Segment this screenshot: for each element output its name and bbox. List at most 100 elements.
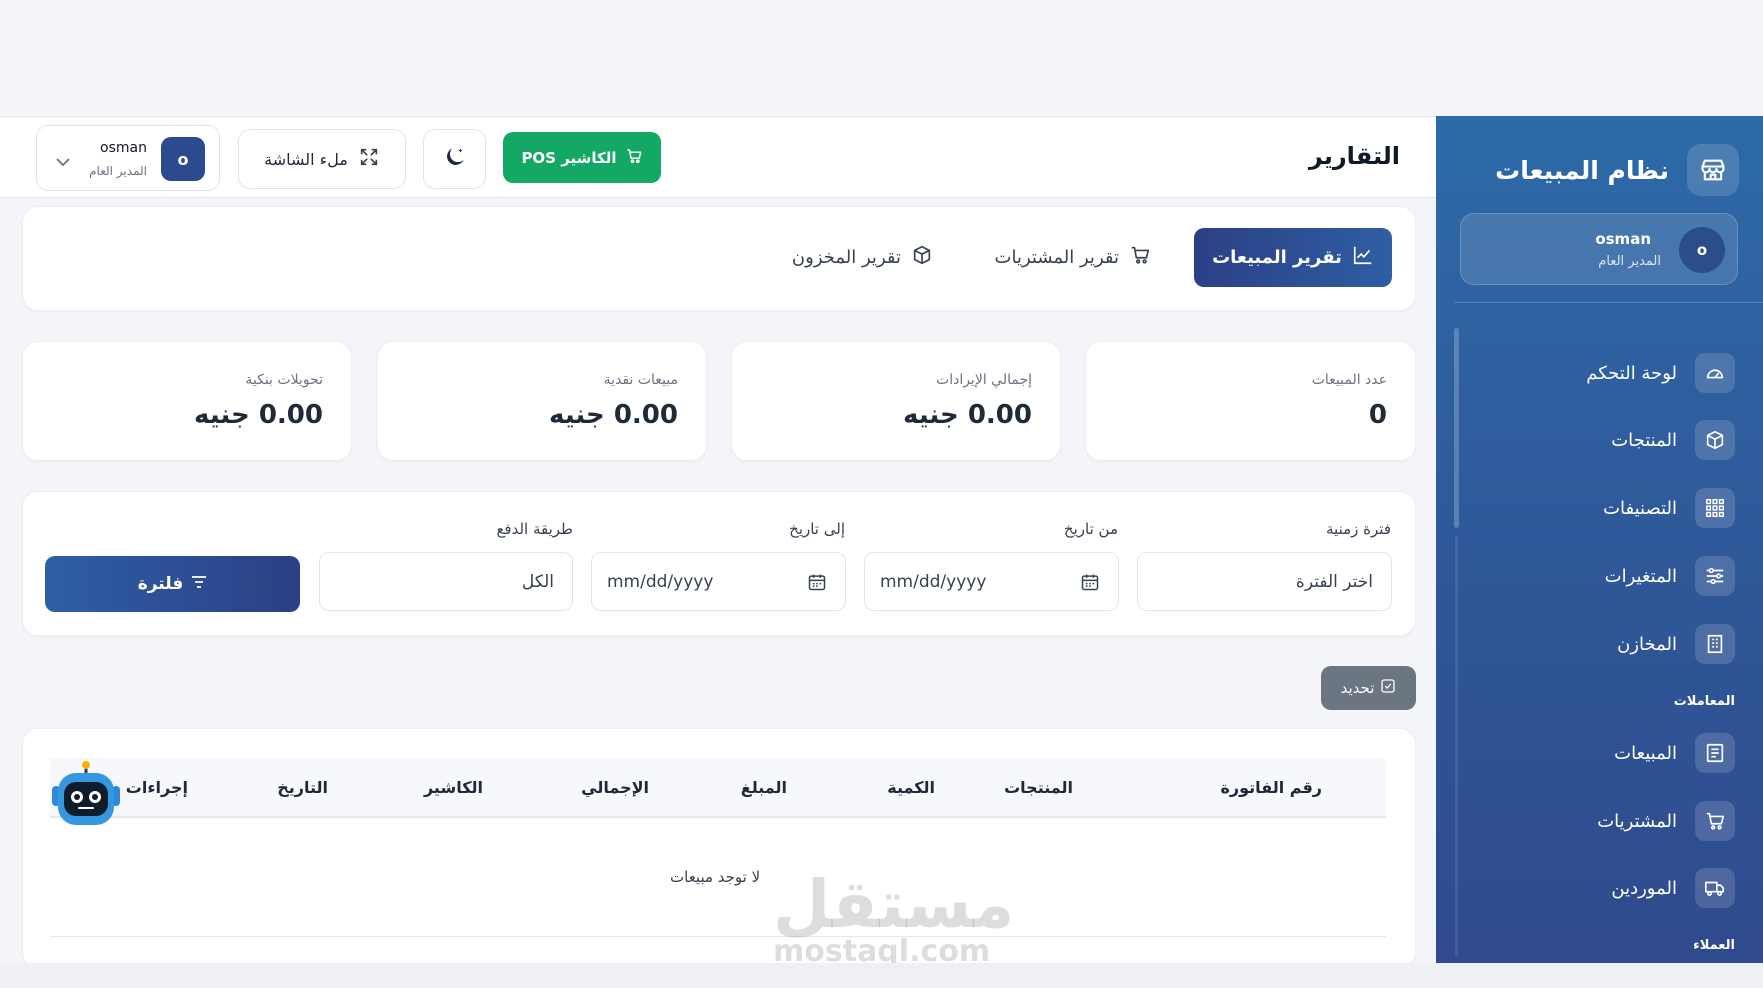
sidebar-item-variants[interactable]: المتغيرات [1605, 556, 1735, 596]
column-cashier[interactable]: الكاشير [424, 778, 483, 797]
grid-icon [1695, 488, 1735, 528]
stat-bank-transfers: تحويلات بنكية 0.00 جنيه [22, 341, 352, 461]
payment-method-value: الكل [521, 572, 554, 592]
sidebar-item-label: المخازن [1617, 633, 1677, 655]
from-date-placeholder: mm/dd/yyyy [880, 572, 987, 592]
tab-label: تقرير المشتريات [994, 247, 1119, 268]
table-divider [50, 936, 1386, 937]
report-tabs-card: تقرير المبيعات تقرير المشتريات تقرير الم… [22, 206, 1416, 311]
sidebar-user-card[interactable]: o osman المدير العام [1460, 213, 1738, 285]
cart-icon [1129, 244, 1151, 271]
avatar: o [1679, 227, 1725, 273]
cart-icon [1695, 801, 1735, 841]
stat-label: عدد المبيعات [1311, 372, 1387, 388]
watermark-logo: مستقل [773, 866, 1015, 943]
fullscreen-button[interactable]: ملء الشاشة [238, 129, 406, 189]
sidebar-divider [1454, 302, 1763, 303]
sidebar-scroll-track [1455, 536, 1458, 956]
sidebar-item-products[interactable]: المنتجات [1611, 420, 1735, 460]
column-products[interactable]: المنتجات [1004, 778, 1073, 797]
tab-label: تقرير المخزون [791, 247, 901, 268]
cart-icon [625, 147, 643, 169]
sidebar-item-label: المتغيرات [1604, 565, 1677, 587]
stat-label: إجمالي الإيرادات [936, 372, 1032, 388]
to-date-label: إلى تاريخ [789, 520, 845, 538]
stat-label: تحويلات بنكية [245, 372, 323, 388]
sidebar-section-customers: العملاء [1693, 938, 1735, 953]
avatar: o [161, 137, 205, 181]
from-date-label: من تاريخ [1063, 520, 1118, 538]
truck-icon [1695, 868, 1735, 908]
column-invoice-number[interactable]: رقم الفاتورة [1220, 778, 1322, 797]
filter-icon [191, 574, 207, 594]
refresh-button[interactable]: تحديد [1321, 666, 1416, 710]
robot-assistant-icon[interactable] [48, 760, 124, 836]
stat-value: 0.00 جنيه [903, 400, 1032, 430]
user-role: المدير العام [1598, 254, 1661, 269]
column-amount[interactable]: المبلغ [741, 778, 787, 797]
column-actions[interactable]: إجراءات [126, 778, 188, 797]
column-quantity[interactable]: الكمية [887, 778, 935, 797]
sidebar-item-warehouses[interactable]: المخازن [1617, 624, 1735, 664]
check-square-icon [1380, 678, 1396, 698]
page-title: التقارير [1308, 142, 1400, 170]
receipt-icon [1695, 733, 1735, 773]
empty-table-message: لا توجد مبيعات [670, 868, 761, 886]
dark-mode-toggle[interactable] [423, 129, 486, 189]
stat-value: 0.00 جنيه [194, 400, 323, 430]
filter-button-label: فلترة [137, 574, 184, 594]
user-name: osman [100, 140, 147, 156]
tab-sales-report[interactable]: تقرير المبيعات [1194, 228, 1392, 287]
top-header: التقارير الكاشير POS ملء الشاشة o osman … [0, 116, 1436, 198]
bottom-backdrop [0, 963, 1763, 988]
pos-cashier-button[interactable]: الكاشير POS [503, 132, 661, 183]
filter-button[interactable]: فلترة [45, 556, 300, 612]
sidebar-item-label: المبيعات [1614, 742, 1677, 764]
pos-button-label: الكاشير POS [521, 148, 617, 167]
sidebar-item-label: التصنيفات [1603, 497, 1677, 519]
expand-icon [358, 146, 380, 172]
sidebar: نظام المبيعات o osman المدير العام لوحة … [1436, 116, 1763, 963]
sliders-icon [1695, 556, 1735, 596]
tab-inventory-report[interactable]: تقرير المخزون [792, 228, 933, 287]
payment-method-select[interactable]: الكل [319, 552, 573, 611]
stat-total-revenue: إجمالي الإيرادات 0.00 جنيه [731, 341, 1061, 461]
sidebar-item-label: المنتجات [1611, 429, 1677, 451]
sidebar-item-categories[interactable]: التصنيفات [1603, 488, 1735, 528]
user-menu[interactable]: o osman المدير العام [36, 125, 220, 191]
stat-cash-sales: مبيعات نقدية 0.00 جنيه [377, 341, 707, 461]
period-label: فترة زمنية [1326, 520, 1391, 538]
tab-purchases-report[interactable]: تقرير المشتريات [995, 228, 1151, 287]
user-name: osman [1595, 230, 1651, 248]
sidebar-section-transactions: المعاملات [1673, 694, 1735, 709]
stat-value: 0 [1368, 400, 1387, 430]
to-date-input[interactable]: mm/dd/yyyy [591, 552, 846, 611]
calendar-icon[interactable] [1080, 572, 1100, 596]
stat-value: 0.00 جنيه [549, 400, 678, 430]
building-icon [1695, 624, 1735, 664]
from-date-input[interactable]: mm/dd/yyyy [864, 552, 1119, 611]
box-icon [911, 244, 933, 271]
table-header-row [50, 758, 1386, 818]
sidebar-item-dashboard[interactable]: لوحة التحكم [1586, 353, 1735, 393]
line-chart-icon [1352, 244, 1374, 271]
sidebar-item-purchases[interactable]: المشتريات [1597, 801, 1735, 841]
sidebar-header: نظام المبيعات [1495, 144, 1739, 196]
column-total[interactable]: الإجمالي [581, 778, 649, 797]
period-value: اختر الفترة [1295, 572, 1373, 592]
sidebar-item-label: المشتريات [1597, 810, 1677, 832]
sidebar-item-label: الموردين [1611, 877, 1677, 899]
stat-sales-count: عدد المبيعات 0 [1085, 341, 1416, 461]
calendar-icon[interactable] [807, 572, 827, 596]
to-date-placeholder: mm/dd/yyyy [607, 572, 714, 592]
column-date[interactable]: التاريخ [277, 778, 328, 797]
dashboard-gauge-icon [1695, 353, 1735, 393]
chevron-down-icon [55, 152, 71, 171]
sidebar-item-sales[interactable]: المبيعات [1614, 733, 1735, 773]
sidebar-item-suppliers[interactable]: الموردين [1611, 868, 1735, 908]
payment-method-label: طريقة الدفع [496, 520, 573, 538]
store-icon [1687, 144, 1739, 196]
tab-label: تقرير المبيعات [1212, 247, 1342, 268]
sidebar-scrollbar[interactable] [1454, 328, 1459, 528]
period-select[interactable]: اختر الفترة [1137, 552, 1392, 611]
